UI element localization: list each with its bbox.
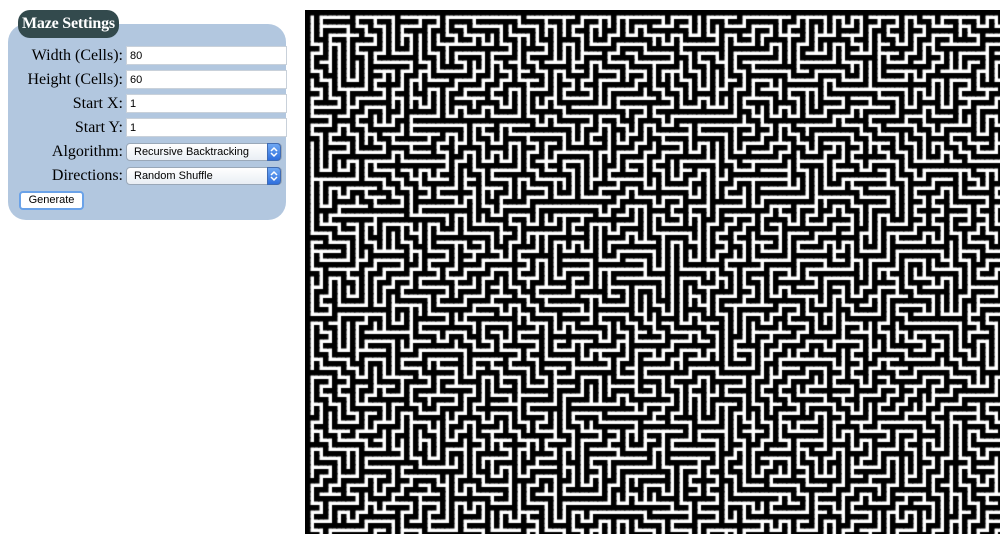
width-label: Width (Cells): <box>31 47 123 64</box>
updown-chevron-icon <box>267 143 281 161</box>
width-row: Width (Cells): <box>16 46 287 66</box>
start-y-label: Start Y: <box>74 119 123 136</box>
generate-button[interactable]: Generate <box>19 191 84 210</box>
updown-chevron-icon <box>267 167 281 185</box>
directions-selected-value: Random Shuffle <box>134 170 213 182</box>
algorithm-row: Algorithm: Recursive Backtracking <box>16 142 286 162</box>
directions-row: Directions: Random Shuffle <box>16 166 286 186</box>
algorithm-select[interactable]: Recursive Backtracking <box>126 143 282 161</box>
panel-title: Maze Settings <box>18 10 119 38</box>
height-input[interactable] <box>126 70 287 89</box>
algorithm-label: Algorithm: <box>51 143 123 160</box>
maze-settings-panel: Width (Cells): Height (Cells): Start X: … <box>8 24 287 220</box>
start-y-row: Start Y: <box>16 118 287 138</box>
width-input[interactable] <box>126 46 287 65</box>
start-x-row: Start X: <box>16 94 287 114</box>
directions-label: Directions: <box>51 167 123 184</box>
maze-view <box>305 10 1000 534</box>
height-row: Height (Cells): <box>16 70 287 90</box>
start-y-input[interactable] <box>126 118 287 137</box>
algorithm-selected-value: Recursive Backtracking <box>134 146 249 158</box>
height-label: Height (Cells): <box>27 71 123 88</box>
start-x-input[interactable] <box>126 94 287 113</box>
maze-canvas[interactable] <box>305 10 1000 534</box>
start-x-label: Start X: <box>72 95 123 112</box>
directions-select[interactable]: Random Shuffle <box>126 167 282 185</box>
